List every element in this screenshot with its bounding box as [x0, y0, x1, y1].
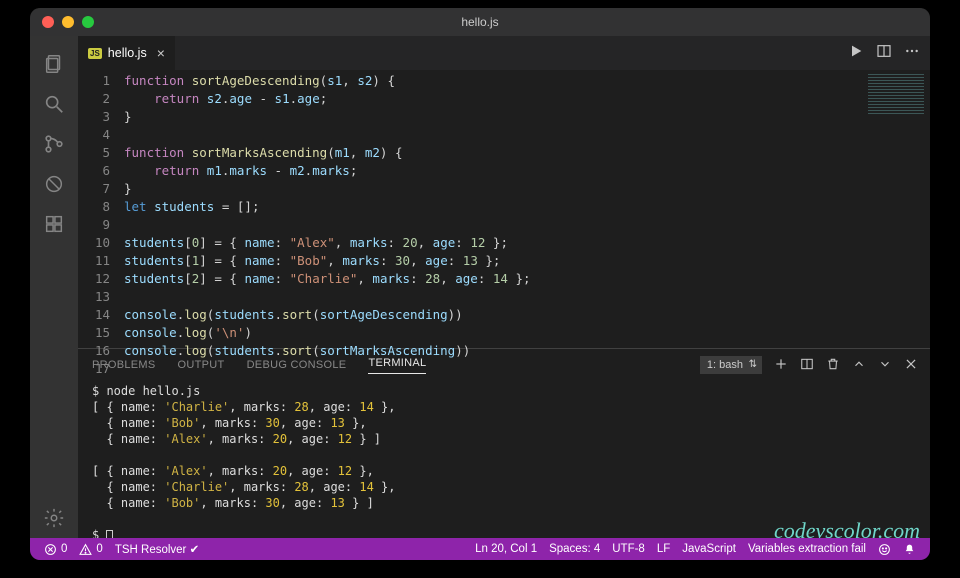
search-icon[interactable]	[30, 84, 78, 124]
editor-tab-row: JS hello.js ×	[78, 36, 930, 70]
activity-bar	[30, 36, 78, 538]
code-content[interactable]: function sortAgeDescending(s1, s2) { ret…	[124, 70, 860, 348]
main-column: JS hello.js × 12345678910	[78, 36, 930, 538]
tab-label: hello.js	[108, 46, 147, 60]
editor-title-actions	[848, 36, 930, 70]
status-extra[interactable]: Variables extraction fail	[742, 543, 872, 555]
tab-hello-js[interactable]: JS hello.js ×	[78, 36, 176, 70]
debug-icon[interactable]	[30, 164, 78, 204]
close-window-button[interactable]	[42, 16, 54, 28]
status-language[interactable]: JavaScript	[676, 543, 742, 555]
status-bar: 0 0 TSH Resolver ✔ Ln 20, Col 1 Spaces: …	[30, 538, 930, 560]
notifications-bell-icon[interactable]	[897, 543, 922, 556]
settings-gear-icon[interactable]	[30, 498, 78, 538]
js-file-icon: JS	[88, 48, 102, 59]
terminal-output[interactable]: $ node hello.js [ { name: 'Charlie', mar…	[78, 381, 930, 538]
window-title: hello.js	[30, 15, 930, 29]
editor-body: JS hello.js × 12345678910	[30, 36, 930, 538]
close-panel-icon[interactable]	[904, 357, 918, 374]
split-editor-icon[interactable]	[876, 43, 892, 64]
feedback-smiley-icon[interactable]	[872, 543, 897, 556]
status-errors[interactable]: 0	[38, 543, 73, 556]
source-control-icon[interactable]	[30, 124, 78, 164]
status-resolver[interactable]: TSH Resolver ✔	[109, 542, 205, 556]
status-eol[interactable]: LF	[651, 543, 676, 555]
maximize-window-button[interactable]	[82, 16, 94, 28]
line-number-gutter: 1234567891011121314151617	[78, 70, 124, 348]
minimap[interactable]	[860, 70, 930, 348]
terminal-selector[interactable]: 1: bash	[700, 356, 762, 374]
traffic-lights	[30, 16, 94, 28]
titlebar[interactable]: hello.js	[30, 8, 930, 36]
status-warnings[interactable]: 0	[73, 543, 108, 556]
more-actions-icon[interactable]	[904, 43, 920, 64]
editor-area[interactable]: 1234567891011121314151617 function sortA…	[78, 70, 930, 348]
minimap-content	[868, 74, 924, 114]
status-cursor-position[interactable]: Ln 20, Col 1	[469, 543, 543, 555]
chevron-down-icon[interactable]	[878, 357, 892, 374]
explorer-icon[interactable]	[30, 44, 78, 84]
vscode-window: hello.js	[30, 8, 930, 560]
minimize-window-button[interactable]	[62, 16, 74, 28]
status-indentation[interactable]: Spaces: 4	[543, 543, 606, 555]
close-tab-icon[interactable]: ×	[157, 45, 165, 61]
extensions-icon[interactable]	[30, 204, 78, 244]
status-encoding[interactable]: UTF-8	[606, 543, 651, 555]
run-icon[interactable]	[848, 43, 864, 64]
